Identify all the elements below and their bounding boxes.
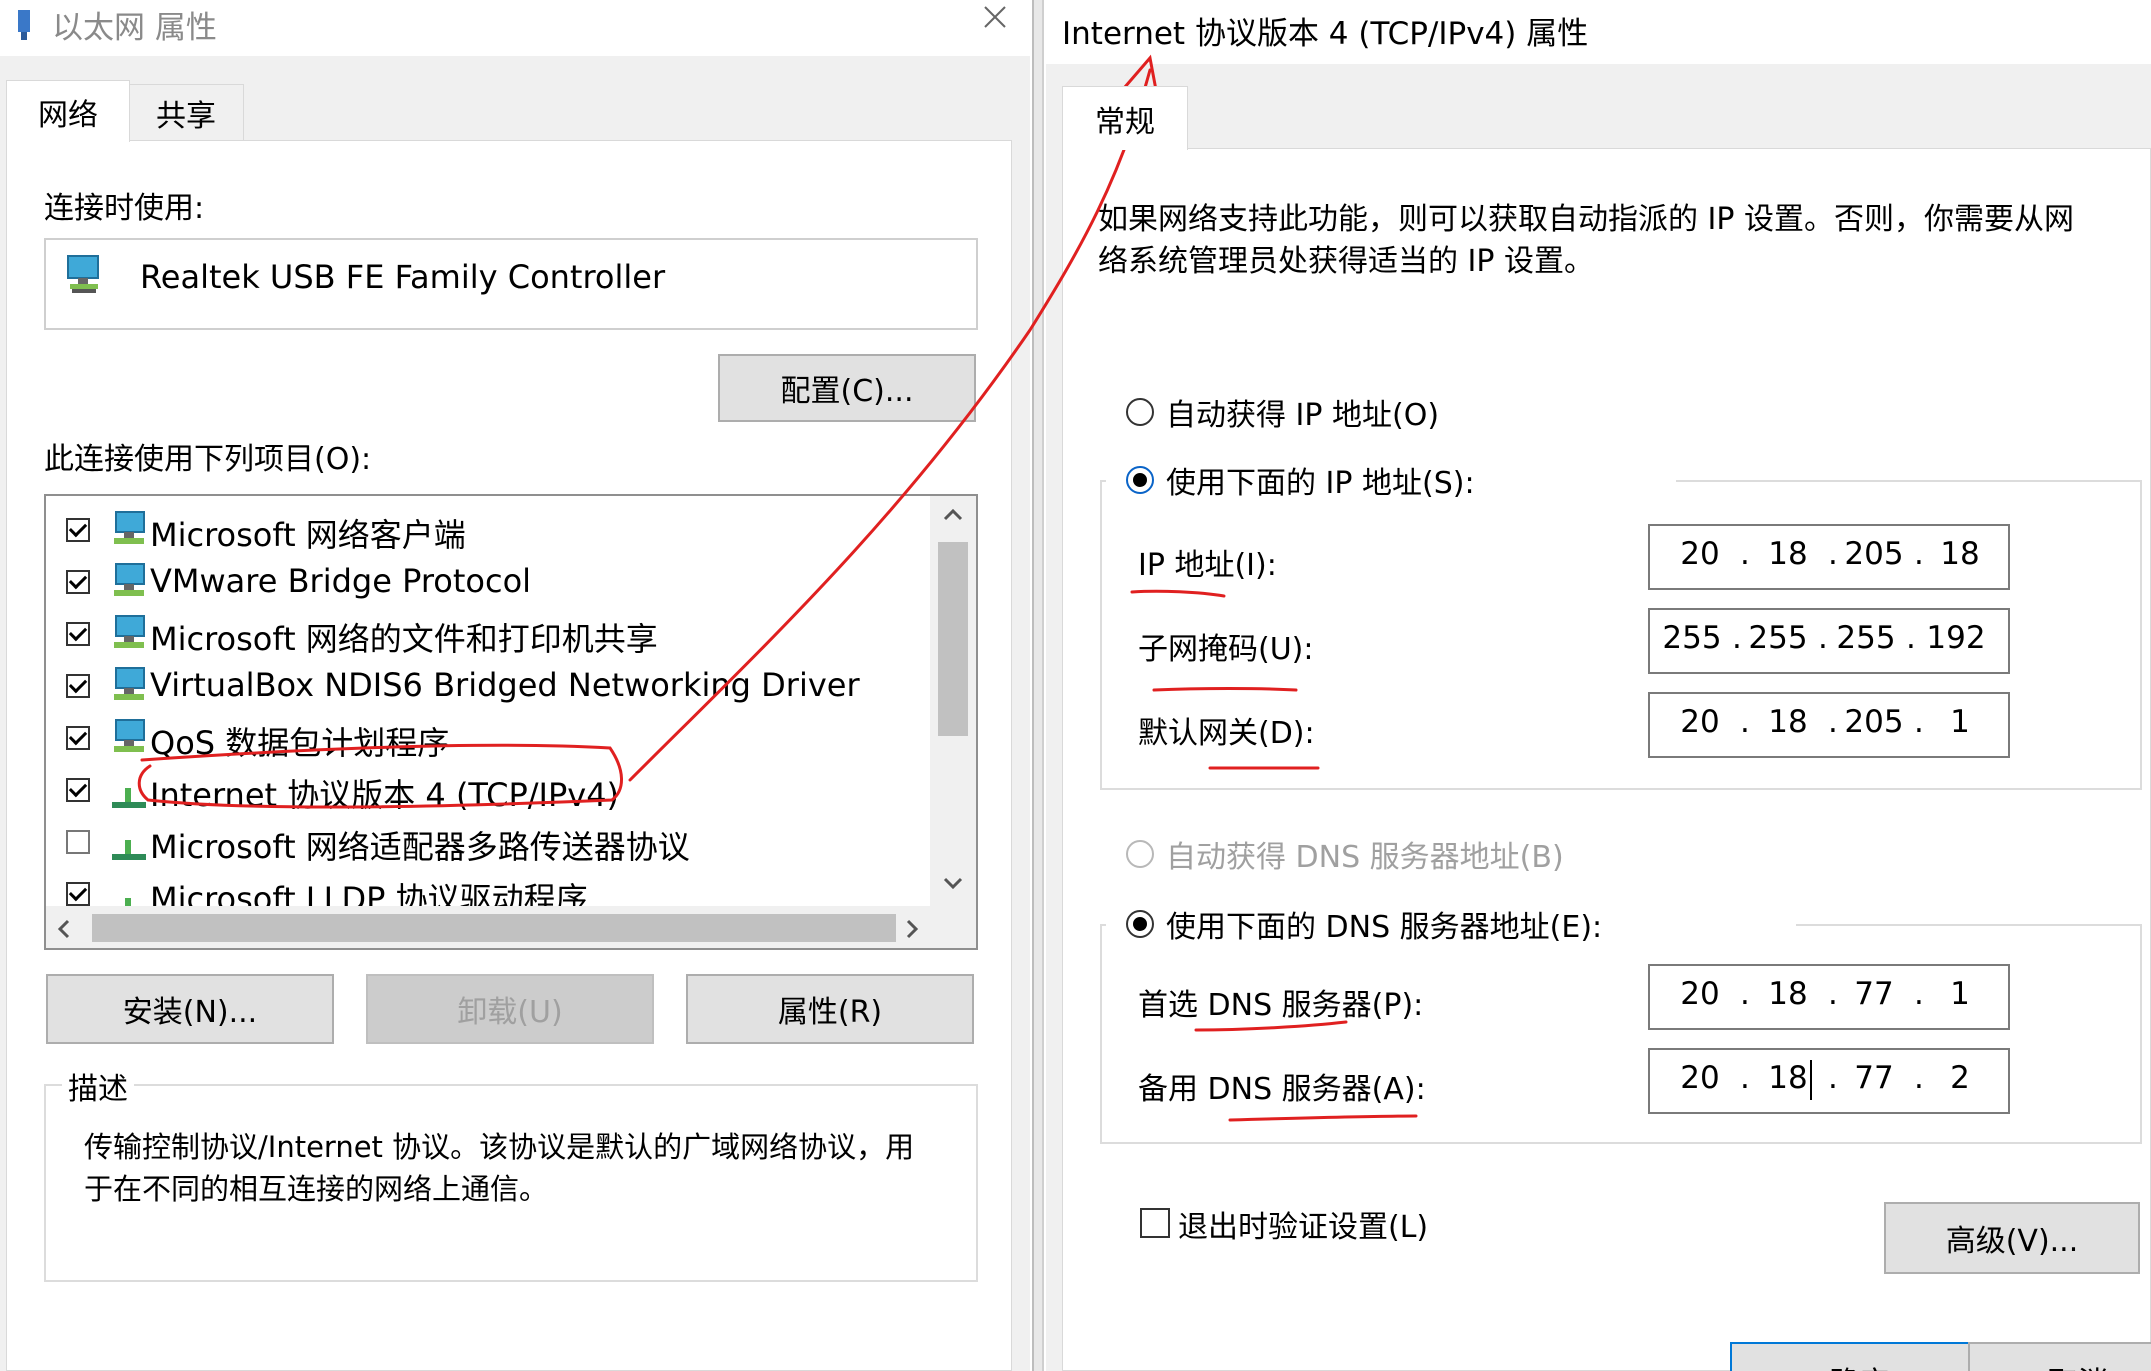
ip-label-underline [1130, 589, 1226, 598]
alternate-dns-underline [1228, 1114, 1418, 1122]
tab-network-label: 网络 [38, 97, 98, 133]
annotation-overlay [137, 54, 1418, 1122]
ipv4-item-highlight-loop [137, 743, 623, 809]
annotation-arrow-line [628, 68, 1152, 782]
tab-general[interactable]: 常规 [1062, 86, 1188, 150]
preferred-dns-underline [1194, 1020, 1348, 1032]
mask-label-underline [1152, 687, 1298, 692]
tab-network[interactable]: 网络 [6, 80, 130, 142]
tab-general-label: 常规 [1095, 104, 1155, 140]
